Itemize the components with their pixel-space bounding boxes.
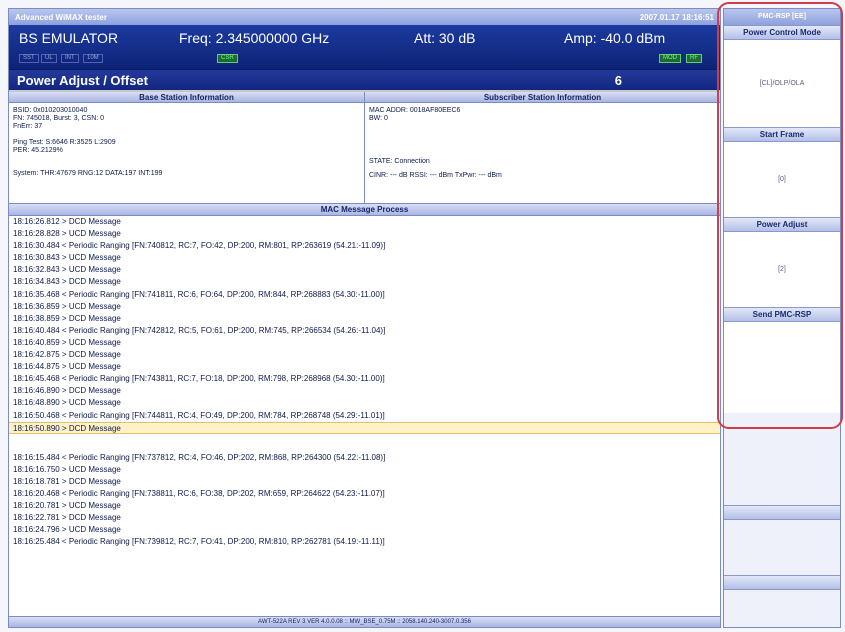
datetime: 2007.01.17 18:16:51 xyxy=(639,12,714,22)
start-frame-button[interactable]: Start Frame xyxy=(724,127,840,142)
log-row[interactable]: 18:16:28.828 > UCD Message xyxy=(9,228,720,240)
signal-stats: CINR: --- dB RSSI: --- dBm TxPwr: --- dB… xyxy=(369,172,502,179)
indicator-mod: MOD xyxy=(659,54,681,63)
log-row[interactable]: 18:16:46.890 > DCD Message xyxy=(9,385,720,397)
function-title: Power Adjust / Offset xyxy=(17,72,148,88)
frequency-readout[interactable]: Freq: 2.345000000 GHz xyxy=(179,30,329,46)
indicator-10m: 10M xyxy=(83,54,103,63)
log-row[interactable]: 18:16:32.843 > UCD Message xyxy=(9,264,720,276)
log-row[interactable]: 18:16:38.859 > DCD Message xyxy=(9,313,720,325)
connection-state: STATE: Connection xyxy=(369,158,430,165)
log-row[interactable]: 18:16:36.859 > UCD Message xyxy=(9,301,720,313)
ss-info-panel: Subscriber Station Information MAC ADDR:… xyxy=(365,92,720,203)
softkey-empty-2 xyxy=(724,520,840,575)
softkey-divider-2 xyxy=(724,575,840,590)
log-row[interactable]: 18:16:20.781 > UCD Message xyxy=(9,500,720,512)
log-row[interactable]: 18:16:18.781 > DCD Message xyxy=(9,476,720,488)
log-row[interactable]: 18:16:30.484 < Periodic Ranging [FN:7408… xyxy=(9,240,720,252)
frame-error: FnErr: 37 xyxy=(13,123,43,130)
log-row[interactable]: 18:16:25.484 < Periodic Ranging [FN:7398… xyxy=(9,536,720,548)
log-row[interactable]: 18:16:40.859 > UCD Message xyxy=(9,337,720,349)
log-row[interactable]: 18:16:30.843 > UCD Message xyxy=(9,252,720,264)
mac-message-log[interactable]: 18:16:26.812 > DCD Message 18:16:28.828 >… xyxy=(9,216,720,628)
bsid: BSID: 0x010203010040 xyxy=(13,107,88,114)
log-row[interactable]: 18:16:42.875 > DCD Message xyxy=(9,349,720,361)
log-row[interactable]: 18:16:34.843 > DCD Message xyxy=(9,276,720,288)
power-adjust-value[interactable]: [2] xyxy=(724,232,840,307)
log-row[interactable]: 18:16:22.781 > DCD Message xyxy=(9,512,720,524)
function-number: 6 xyxy=(614,72,622,88)
selected-log-row[interactable]: 18:16:50.890 > DCD Message xyxy=(9,421,720,434)
power-control-mode-value[interactable]: [CL]/OLP/OLA xyxy=(724,40,840,127)
title-bar: Advanced WiMAX tester 2007.01.17 18:16:5… xyxy=(9,9,720,25)
ping-test: Ping Test: S:6646 R:3525 L:2909 xyxy=(13,139,116,146)
softkey-empty-1 xyxy=(724,413,840,505)
send-pmc-rsp-area[interactable] xyxy=(724,322,840,413)
softkey-panel: PMC-RSP [EE] Power Control Mode [CL]/OLP… xyxy=(723,8,841,628)
log-row[interactable]: 18:16:48.890 > UCD Message xyxy=(9,397,720,409)
send-pmc-rsp-button[interactable]: Send PMC-RSP xyxy=(724,307,840,322)
log-row[interactable]: 18:16:35.468 < Periodic Ranging [FN:7418… xyxy=(9,289,720,301)
packet-error-rate: PER: 45.2129% xyxy=(13,147,63,154)
start-frame-value[interactable]: [0] xyxy=(724,142,840,217)
log-row[interactable]: 18:16:20.468 < Periodic Ranging [FN:7388… xyxy=(9,488,720,500)
indicator-sst: SST xyxy=(19,54,39,63)
amplitude-readout[interactable]: Amp: -40.0 dBm xyxy=(564,30,665,46)
indicator-ul: UL xyxy=(41,54,57,63)
window-title: Advanced WiMAX tester xyxy=(15,12,107,22)
log-row[interactable]: 18:16:44.875 > UCD Message xyxy=(9,361,720,373)
log-row[interactable]: 18:16:24.796 > UCD Message xyxy=(9,524,720,536)
log-gap xyxy=(9,434,720,452)
log-row[interactable]: 18:16:15.484 < Periodic Ranging [FN:7378… xyxy=(9,452,720,464)
indicator-csr: CSR xyxy=(217,54,238,63)
log-row[interactable]: 18:16:26.812 > DCD Message xyxy=(9,216,720,228)
mode-label: BS EMULATOR xyxy=(19,30,119,46)
function-title-bar: Power Adjust / Offset 6 xyxy=(9,70,720,92)
mac-log-header: MAC Message Process xyxy=(9,204,720,216)
bs-info-header: Base Station Information xyxy=(9,92,364,103)
indicator-int: INT xyxy=(61,54,79,63)
bandwidth: BW: 0 xyxy=(369,115,388,122)
system-stats: System: THR:47679 RNG:12 DATA:197 INT:19… xyxy=(13,170,163,177)
ss-info-header: Subscriber Station Information xyxy=(365,92,720,103)
frame-number: FN: 745018, Burst: 3, CSN: 0 xyxy=(13,115,105,122)
softkey-panel-title: PMC-RSP [EE] xyxy=(724,9,840,25)
mac-address: MAC ADDR: 0018AF80EEC6 xyxy=(369,107,461,114)
attenuation-readout[interactable]: Att: 30 dB xyxy=(414,30,475,46)
instrument-header: BS EMULATOR Freq: 2.345000000 GHz Att: 3… xyxy=(9,25,720,70)
power-control-mode-button[interactable]: Power Control Mode xyxy=(724,25,840,40)
log-row[interactable]: 18:16:40.484 < Periodic Ranging [FN:7428… xyxy=(9,325,720,337)
info-panels: Base Station Information BSID: 0x0102030… xyxy=(9,92,720,204)
log-row[interactable]: 18:16:16.750 > UCD Message xyxy=(9,464,720,476)
softkey-divider-1 xyxy=(724,505,840,520)
power-adjust-button[interactable]: Power Adjust xyxy=(724,217,840,232)
main-window: Advanced WiMAX tester 2007.01.17 18:16:5… xyxy=(8,8,721,628)
version-footer: AWT-522A REV 3 VER 4.0.0.08 :: MW_BSE_0.… xyxy=(9,616,720,627)
bs-info-panel: Base Station Information BSID: 0x0102030… xyxy=(9,92,365,203)
log-row[interactable]: 18:16:50.468 < Periodic Ranging [FN:7448… xyxy=(9,410,720,422)
log-row[interactable]: 18:16:45.468 < Periodic Ranging [FN:7438… xyxy=(9,373,720,385)
indicator-rf: RF xyxy=(686,54,702,63)
